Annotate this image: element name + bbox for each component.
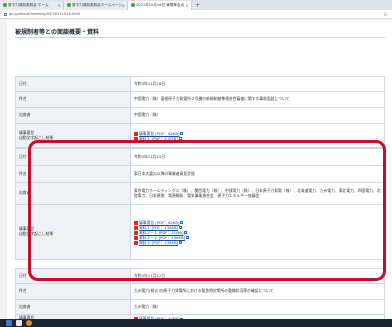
meeting-table: 日付 令和3年11月15日 件名 東日本大震災以降の事業者意見交換 出席者 東京電力ホ…: [15, 148, 385, 260]
row-value: 九州電力（株）: [130, 299, 385, 315]
pdf-link[interactable]: 資料１ [PDF：4.0MB]: [134, 136, 381, 141]
row-value: 令和3年11月15日: [130, 148, 385, 166]
row-value: 令和3年11月12日: [130, 268, 385, 284]
site-favicon-icon: [3, 3, 7, 7]
address-bar[interactable]: go.jp/about/meeting/05/20211016.html: [0, 10, 392, 19]
external-link-icon: [186, 236, 190, 239]
row-label: 出席者: [15, 107, 131, 124]
pdf-link-label[interactable]: 資料１ [PDF：4.0MB]: [139, 136, 178, 141]
row-value: 東日本大震災以降の事業者意見交換: [130, 165, 385, 183]
table-row: 件名 九州電力(株)川内原子力発電所における緊急時対策所の整備状況等の確認について: [15, 283, 385, 300]
external-link-icon: [179, 241, 183, 244]
browser-tab-2[interactable]: 原子力規制委員会ホームページ ×: [64, 1, 128, 10]
lock-icon: [4, 12, 7, 16]
tab-label: 2021年10月16日 東電等会合: [136, 3, 185, 7]
title-divider: [15, 37, 385, 38]
table-row: 件名 中国電力（株）島根原子力発電所２号機の新規制基準適合性審査に関する事前面談に…: [15, 91, 385, 108]
table-row: 件名 東日本大震災以降の事業者意見交換: [15, 165, 385, 183]
close-tab-icon[interactable]: ×: [122, 1, 125, 10]
row-label: 日付: [15, 148, 131, 166]
browser-tab-1[interactable]: 原子力規制委員会 ホーム ×: [0, 1, 64, 10]
google-icon[interactable]: G: [384, 12, 387, 17]
pdf-link[interactable]: 資料３ [PDF：436KB]: [134, 240, 381, 245]
meeting-table: 日付 令和3年11月12日 件名 九州電力(株)川内原子力発電所における緊急時対策所…: [15, 268, 385, 323]
table-row: 出席者 九州電力（株）: [15, 299, 385, 315]
table-row: 出席者 中国電力（株）: [15, 107, 385, 124]
table-row: 議事要旨 自動文字起こし結果 議事要旨 [PDF：62KB] 資料１ [PDF：…: [15, 204, 385, 260]
table-row: 日付 令和3年11月12日: [15, 268, 385, 284]
external-link-icon: [178, 137, 182, 140]
row-value: 令和3年11月16日: [130, 76, 385, 92]
row-label: 件名: [15, 91, 131, 108]
pdf-icon: [134, 240, 138, 245]
row-label: 議事要旨 自動文字起こし結果: [15, 123, 131, 148]
start-icon[interactable]: [6, 320, 12, 326]
row-label: 件名: [15, 283, 131, 300]
pdf-icon: [134, 235, 138, 240]
taskbar: [0, 319, 392, 327]
external-link-icon: [180, 221, 184, 224]
row-docs: 議事要旨 [PDF：62KB] 資料１ [PDF：4.0MB]: [130, 123, 385, 148]
tab-label: 原子力規制委員会ホームページ: [72, 3, 123, 7]
row-value: 中国電力（株）島根原子力発電所２号機の新規制基準適合性審査に関する事前面談につい…: [130, 91, 385, 108]
table-row: 日付 令和3年11月16日: [15, 76, 385, 92]
row-docs: 議事要旨 [PDF：62KB] 資料１ [PDF：436KB] 資料２−１ [P…: [130, 204, 385, 260]
row-label: 議事要旨 自動文字起こし結果: [15, 204, 131, 260]
close-tab-icon[interactable]: ×: [58, 1, 61, 10]
pdf-icon: [134, 220, 138, 225]
file-explorer-icon[interactable]: [16, 320, 22, 326]
site-favicon-icon: [131, 3, 135, 7]
row-label: 日付: [15, 76, 131, 92]
pdf-icon: [134, 225, 138, 230]
new-tab-button[interactable]: +: [192, 1, 203, 10]
table-row: 日付 令和3年11月15日: [15, 148, 385, 166]
close-tab-icon[interactable]: ×: [186, 1, 189, 10]
external-link-icon: [180, 132, 184, 135]
browser-icon[interactable]: [26, 320, 32, 326]
browser-tab-3[interactable]: 2021年10月16日 東電等会合 ×: [128, 1, 192, 10]
pdf-link-label[interactable]: 資料３ [PDF：436KB]: [139, 240, 178, 245]
page-content: 被規制者等との面談概要・資料 日付 令和3年11月16日 件名 中国電力（株）島根原…: [7, 20, 392, 323]
browser-tab-bar: 原子力規制委員会 ホーム × 原子力規制委員会ホームページ × 2021年10月16…: [0, 0, 392, 10]
meeting-table: 日付 令和3年11月16日 件名 中国電力（株）島根原子力発電所２号機の新規制基準適…: [15, 76, 385, 148]
row-label: 出席者: [15, 182, 131, 205]
tab-label: 原子力規制委員会 ホーム: [8, 3, 49, 7]
row-label: 件名: [15, 165, 131, 183]
row-label: 出席者: [15, 299, 131, 315]
pdf-icon: [134, 136, 138, 141]
url-text[interactable]: go.jp/about/meeting/05/20211016.html: [9, 12, 80, 16]
table-row: 議事要旨 自動文字起こし結果 議事要旨 [PDF：62KB] 資料１ [PDF：…: [15, 123, 385, 148]
pdf-icon: [134, 230, 138, 235]
row-value: 東京電力ホールディングス（株）、関西電力（株）、中部電力（株）、日本原子力発電（…: [130, 182, 385, 205]
row-value: 中国電力（株）: [130, 107, 385, 124]
row-value: 九州電力(株)川内原子力発電所における緊急時対策所の整備状況等の確認について: [130, 283, 385, 300]
page-title: 被規制者等との面談概要・資料: [15, 29, 99, 36]
table-row: 出席者 東京電力ホールディングス（株）、関西電力（株）、中部電力（株）、日本原子力…: [15, 182, 385, 205]
site-favicon-icon: [67, 3, 71, 7]
pdf-icon: [134, 131, 138, 136]
row-label: 日付: [15, 268, 131, 284]
